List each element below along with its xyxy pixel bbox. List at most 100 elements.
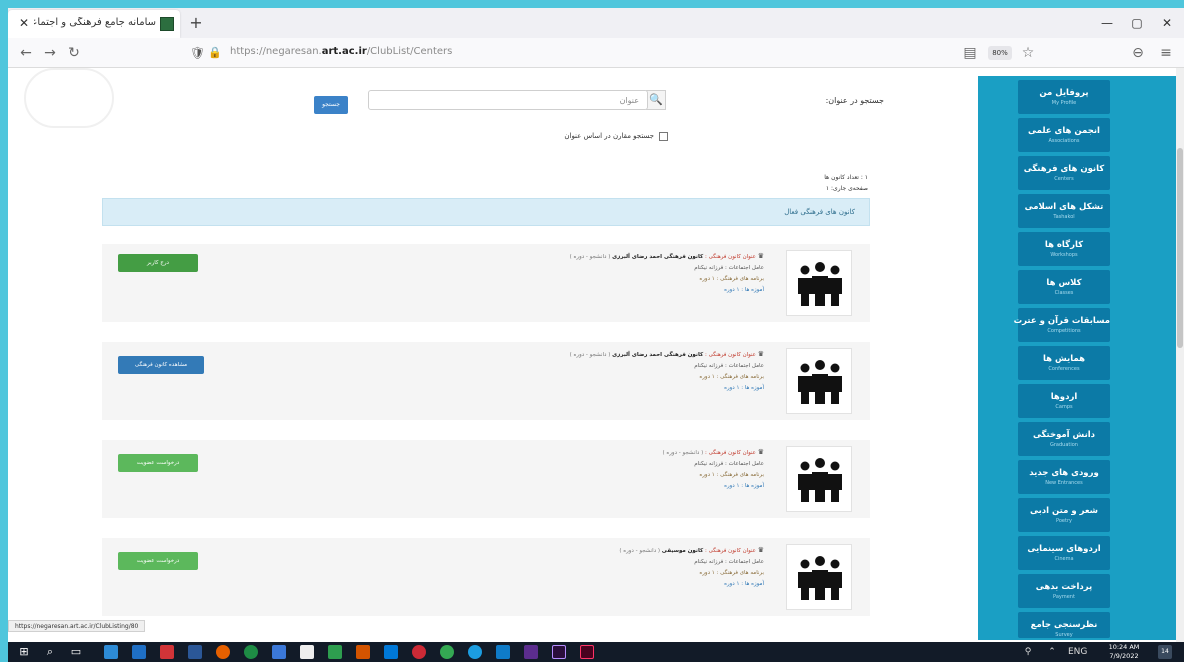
sidebar-item-camps[interactable]: اردوها Camps — [1018, 384, 1110, 418]
sidebar-item-conferences[interactable]: همایش ها Conferences — [1018, 346, 1110, 380]
search-submit-button[interactable]: جستجو — [314, 96, 348, 114]
app-icon[interactable] — [384, 645, 398, 659]
task-view-icon[interactable]: ▭ — [68, 644, 84, 660]
sidebar-item-poetry[interactable]: شعر و متن ادبی Poetry — [1018, 498, 1110, 532]
address-bar[interactable]: 🛡 🔒 https://negaresan.art.ac.ir/ClubList… — [186, 42, 966, 64]
forward-icon[interactable]: → — [40, 43, 60, 63]
taskbar-clock[interactable]: 10:24 AM 7/9/2022 — [1098, 643, 1150, 661]
membership-request-button[interactable]: درخواست عضویت — [118, 552, 198, 570]
app-icon[interactable] — [272, 645, 286, 659]
scrollbar-thumb[interactable] — [1177, 148, 1183, 348]
center-card: ♛ عنوان کانون فرهنگی : ( دانشجو - دوره )… — [102, 440, 870, 518]
app-icon[interactable] — [160, 645, 174, 659]
section-banner: کانون های فرهنگی فعال — [102, 198, 870, 226]
new-tab-button[interactable]: + — [186, 13, 206, 33]
app-icon[interactable] — [524, 645, 538, 659]
notification-icon[interactable]: 14 — [1158, 645, 1172, 659]
firefox-icon[interactable] — [216, 645, 230, 659]
bookmark-star-icon[interactable]: ☆ — [1018, 43, 1038, 63]
minimize-icon[interactable]: — — [1092, 12, 1122, 34]
sidebar-item-classes[interactable]: کلاس ها Classes — [1018, 270, 1110, 304]
sidebar-item-new-entrances[interactable]: ورودی های جدید New Entrances — [1018, 460, 1110, 494]
telegram-icon[interactable] — [468, 645, 482, 659]
main-content: جستجو در عنوان: 🔍 عنوان جستجو جستجو مقار… — [8, 68, 978, 642]
search-icon[interactable]: 🔍 — [646, 90, 666, 110]
powerpoint-icon[interactable] — [356, 645, 370, 659]
center-details: ♛ عنوان کانون فرهنگی : کانون فرهنگی احمد… — [402, 349, 764, 394]
center-image — [786, 544, 852, 610]
center-supervisor: عامل اجتماعات : فرزانه نیکنام — [694, 559, 764, 565]
windows-start-icon[interactable]: ⊞ — [16, 644, 32, 660]
center-image — [786, 446, 852, 512]
url-text[interactable]: https://negaresan.art.ac.ir/ClubList/Cen… — [230, 46, 730, 57]
center-title: ♛ عنوان کانون فرهنگی : کانون فرهنگی احمد… — [569, 350, 764, 358]
center-link[interactable]: آموزه ها : ۱ دوره — [402, 579, 764, 590]
center-link[interactable]: آموزه ها : ۱ دوره — [402, 481, 764, 492]
app-icon[interactable] — [412, 645, 426, 659]
sidebar-item-payment[interactable]: پرداخت بدهی Payment — [1018, 574, 1110, 608]
tab-close-icon[interactable]: ✕ — [16, 15, 32, 31]
add-user-button[interactable]: درج کاربر — [118, 254, 198, 272]
sidebar-item-competitions[interactable]: مسابقات قرآن و عترت Competitions — [1014, 308, 1110, 342]
back-icon[interactable]: ← — [16, 43, 36, 63]
app-icon[interactable] — [440, 645, 454, 659]
results-page: صفحه‌ی جاری: ۱ — [825, 185, 868, 192]
people-tray-icon[interactable]: ⚲ — [1020, 644, 1036, 660]
taskbar-search-icon[interactable]: ⌕ — [42, 644, 58, 660]
shield-icon[interactable]: 🛡 — [190, 44, 206, 62]
crown-icon: ♛ — [757, 448, 764, 456]
word-icon[interactable] — [188, 645, 202, 659]
browser-window: ✕ سامانه جامع فرهنگی و اجتماعی + — ▢ ✕ ←… — [8, 8, 1184, 662]
lock-icon[interactable]: 🔒 — [208, 44, 222, 62]
view-center-button[interactable]: مشاهده کانون فرهنگی — [118, 356, 204, 374]
app-icon[interactable] — [132, 645, 146, 659]
sidebar-item-associations[interactable]: انجمن های علمی Associations — [1018, 118, 1110, 152]
crown-icon: ♛ — [757, 350, 764, 358]
people-icon — [798, 360, 842, 404]
sidebar-item-profile[interactable]: پروفایل من My Profile — [1018, 80, 1110, 114]
sidebar-item-tashakol[interactable]: تشکل های اسلامی Tashakol — [1018, 194, 1110, 228]
app-icon[interactable] — [300, 645, 314, 659]
app-icon[interactable] — [328, 645, 342, 659]
search-input[interactable]: عنوان — [368, 90, 648, 110]
language-icon[interactable]: ENG — [1068, 644, 1087, 660]
app-icon[interactable] — [104, 645, 118, 659]
membership-request-button[interactable]: درخواست عضویت — [118, 454, 198, 472]
sidebar-item-cinema[interactable]: اردوهای سینمایی Cinema — [1018, 536, 1110, 570]
center-activities: برنامه های فرهنگی : ۱ دوره — [699, 570, 764, 576]
reader-view-icon[interactable]: ▤ — [960, 43, 980, 63]
search-option-checkbox[interactable] — [659, 132, 668, 141]
crown-icon: ♛ — [757, 546, 764, 554]
center-supervisor: عامل اجتماعات : فرزانه نیکنام — [694, 265, 764, 271]
sidebar-item-workshops[interactable]: کارگاه ها Workshops — [1018, 232, 1110, 266]
sidebar-item-centers[interactable]: کانون های فرهنگی Centers — [1018, 156, 1110, 190]
people-icon — [798, 556, 842, 600]
sidebar-item-survey[interactable]: نظرسنجی جامع Survey — [1018, 612, 1110, 638]
tray-chevron-icon[interactable]: ⌃ — [1044, 644, 1060, 660]
search-option-label: جستجو مقارن در اساس عنوان — [564, 132, 654, 140]
center-details: ♛ عنوان کانون فرهنگی : ( دانشجو - دوره )… — [402, 447, 765, 492]
center-details: ♛ عنوان کانون فرهنگی : کانون موسیقی ( دا… — [402, 545, 764, 590]
window-close-icon[interactable]: ✕ — [1152, 12, 1182, 34]
page-scrollbar[interactable] — [1176, 68, 1184, 642]
pocket-icon[interactable]: ⊖ — [1128, 43, 1148, 63]
app-menu-icon[interactable]: ≡ — [1156, 43, 1176, 63]
indesign-icon[interactable] — [580, 645, 594, 659]
center-link[interactable]: آموزه ها : ۱ دوره — [402, 285, 764, 296]
results-total: ۱ : تعداد کانون ها — [824, 174, 868, 181]
browser-tab[interactable]: ✕ سامانه جامع فرهنگی و اجتماعی — [8, 10, 180, 38]
zoom-level-badge[interactable]: 80% — [988, 46, 1012, 60]
sidebar-item-graduation[interactable]: دانش آموختگی Graduation — [1018, 422, 1110, 456]
center-card: ♛ عنوان کانون فرهنگی : کانون موسیقی ( دا… — [102, 538, 870, 616]
center-title: ♛ عنوان کانون فرهنگی : کانون موسیقی ( دا… — [619, 546, 764, 554]
center-link[interactable]: آموزه ها : ۱ دوره — [402, 383, 764, 394]
banner-title: کانون های فرهنگی فعال — [784, 208, 855, 216]
results-info: ۱ : تعداد کانون ها صفحه‌ی جاری: ۱ — [778, 172, 868, 194]
center-title: ♛ عنوان کانون فرهنگی : کانون فرهنگی احمد… — [569, 252, 764, 260]
reload-icon[interactable]: ↻ — [64, 43, 84, 63]
premiere-icon[interactable] — [552, 645, 566, 659]
maximize-icon[interactable]: ▢ — [1122, 12, 1152, 34]
chrome-icon[interactable] — [244, 645, 258, 659]
app-icon[interactable] — [496, 645, 510, 659]
center-activities: برنامه های فرهنگی : ۱ دوره — [699, 276, 764, 282]
